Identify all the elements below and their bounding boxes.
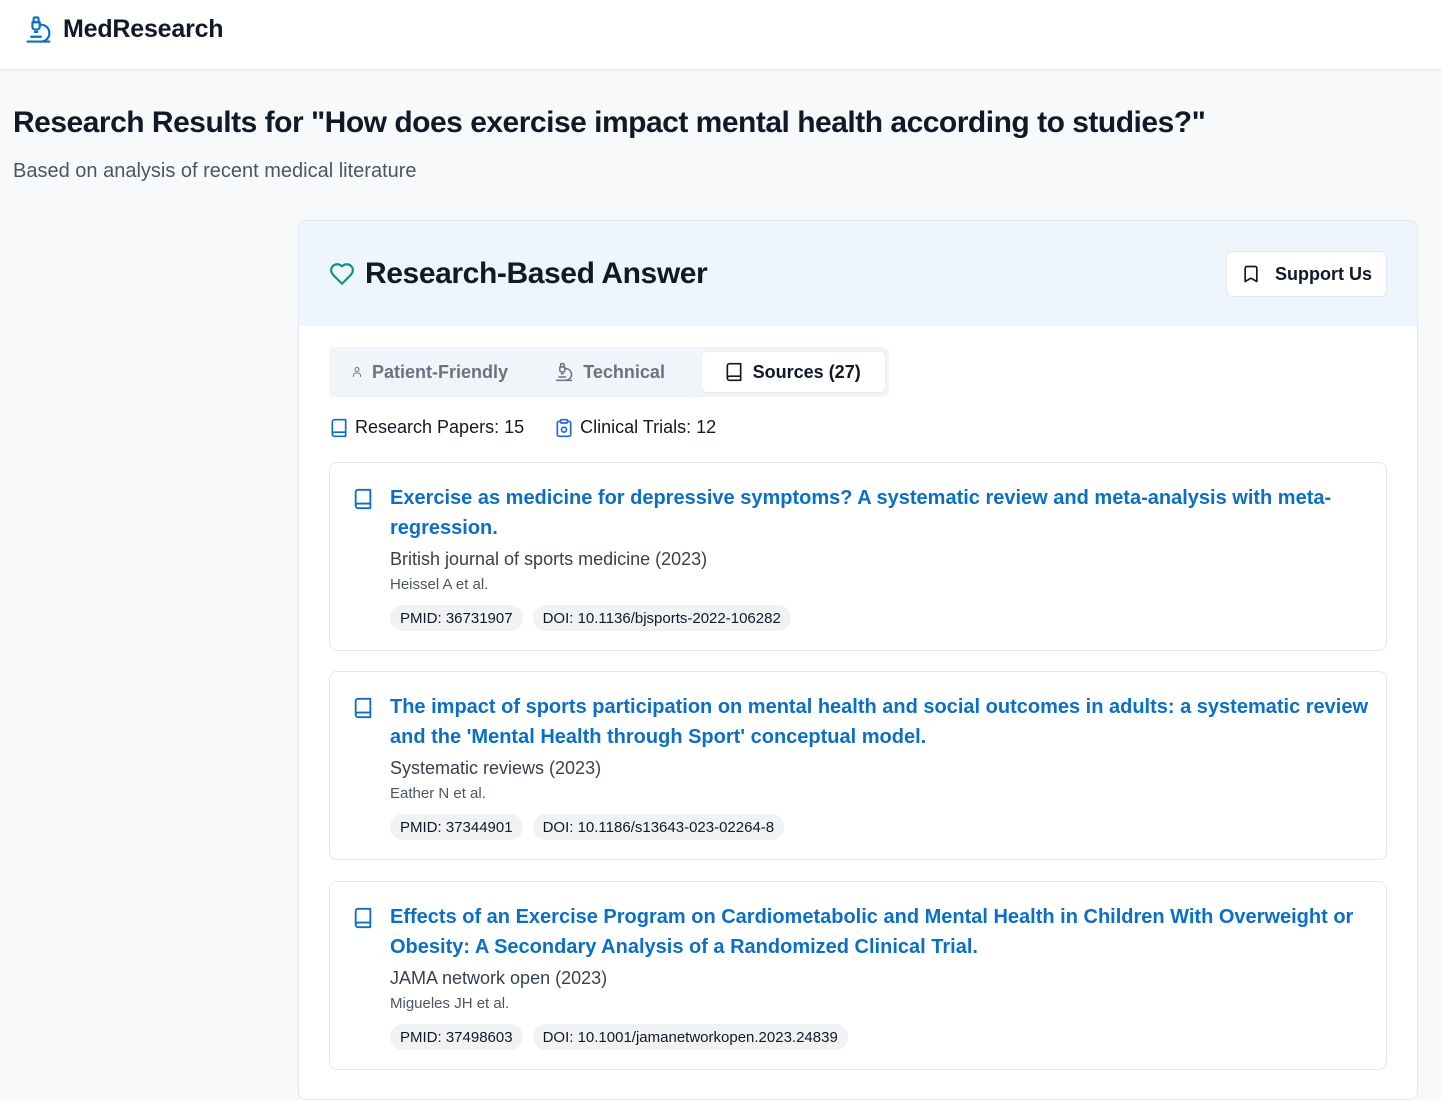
source-journal: British journal of sports medicine (2023… — [390, 549, 708, 569]
heart-icon — [330, 263, 354, 285]
panel-header: Research-Based Answer Support Us — [299, 221, 1417, 326]
answer-panel: Research-Based Answer Support Us Patient… — [298, 220, 1418, 1100]
support-us-label: Support Us — [1275, 263, 1372, 284]
microscope-icon — [26, 16, 51, 43]
source-authors: Migueles JH et al. — [390, 995, 510, 1012]
brand-name: MedResearch — [63, 15, 224, 43]
page-title: Research Results for "How does exercise … — [13, 106, 1206, 139]
doi-badge: DOI: 10.1186/s13643-023-02264-8 — [532, 814, 785, 840]
clinical-trials-count: Clinical Trials: 12 — [580, 417, 717, 437]
pmid-badge: PMID: 36731907 — [390, 605, 523, 631]
source-tags: PMID: 37344901 DOI: 10.1186/s13643-023-0… — [390, 814, 785, 840]
pmid-badge: PMID: 37344901 — [390, 814, 523, 840]
page-subtitle: Based on analysis of recent medical lite… — [13, 160, 417, 182]
book-icon — [354, 697, 372, 719]
panel-title: Research-Based Answer — [365, 257, 708, 290]
pmid-badge: PMID: 37498603 — [390, 1024, 523, 1050]
tab-technical[interactable]: Technical — [532, 352, 699, 392]
brand-logo-link[interactable]: MedResearch — [24, 15, 224, 44]
source-journal: JAMA network open (2023) — [390, 968, 608, 988]
source-title-link[interactable]: The impact of sports participation on me… — [390, 692, 1370, 752]
source-authors: Eather N et al. — [390, 785, 486, 802]
source-card: Effects of an Exercise Program on Cardio… — [329, 881, 1387, 1070]
book-icon — [354, 488, 372, 510]
tab-patient-friendly[interactable]: Patient-Friendly — [333, 352, 532, 392]
book-icon — [331, 418, 347, 437]
doi-badge: DOI: 10.1001/jamanetworkopen.2023.24839 — [532, 1024, 848, 1050]
book-icon — [726, 362, 742, 382]
research-papers-stat: Research Papers: 15 — [329, 417, 524, 438]
source-tags: PMID: 37498603 DOI: 10.1001/jamanetworko… — [390, 1024, 848, 1050]
answer-tabs: Patient-Friendly Technical Sources (27) — [329, 347, 889, 397]
tab-label: Patient-Friendly — [372, 361, 509, 382]
person-icon — [353, 367, 361, 377]
source-card: The impact of sports participation on me… — [329, 671, 1387, 860]
source-journal: Systematic reviews (2023) — [390, 758, 602, 778]
clipboard-icon — [556, 418, 572, 437]
source-tags: PMID: 36731907 DOI: 10.1136/bjsports-202… — [390, 605, 791, 631]
tab-label: Sources (27) — [752, 361, 861, 382]
tab-label: Technical — [583, 361, 665, 382]
support-us-button[interactable]: Support Us — [1226, 251, 1387, 297]
source-title-link[interactable]: Exercise as medicine for depressive symp… — [390, 483, 1370, 543]
source-authors: Heissel A et al. — [390, 576, 489, 593]
doi-badge: DOI: 10.1136/bjsports-2022-106282 — [532, 605, 791, 631]
source-card: Exercise as medicine for depressive symp… — [329, 462, 1387, 651]
source-title-link[interactable]: Effects of an Exercise Program on Cardio… — [390, 902, 1370, 962]
book-icon — [354, 907, 372, 929]
source-stats: Research Papers: 15 Clinical Trials: 12 — [329, 417, 716, 438]
panel-title-group: Research-Based Answer — [329, 257, 708, 291]
clinical-trials-stat: Clinical Trials: 12 — [554, 417, 716, 438]
microscope-icon — [556, 362, 573, 382]
tab-sources[interactable]: Sources (27) — [701, 352, 885, 392]
top-bar: MedResearch — [0, 0, 1441, 70]
research-papers-count: Research Papers: 15 — [355, 417, 525, 437]
bookmark-icon — [1244, 265, 1258, 283]
